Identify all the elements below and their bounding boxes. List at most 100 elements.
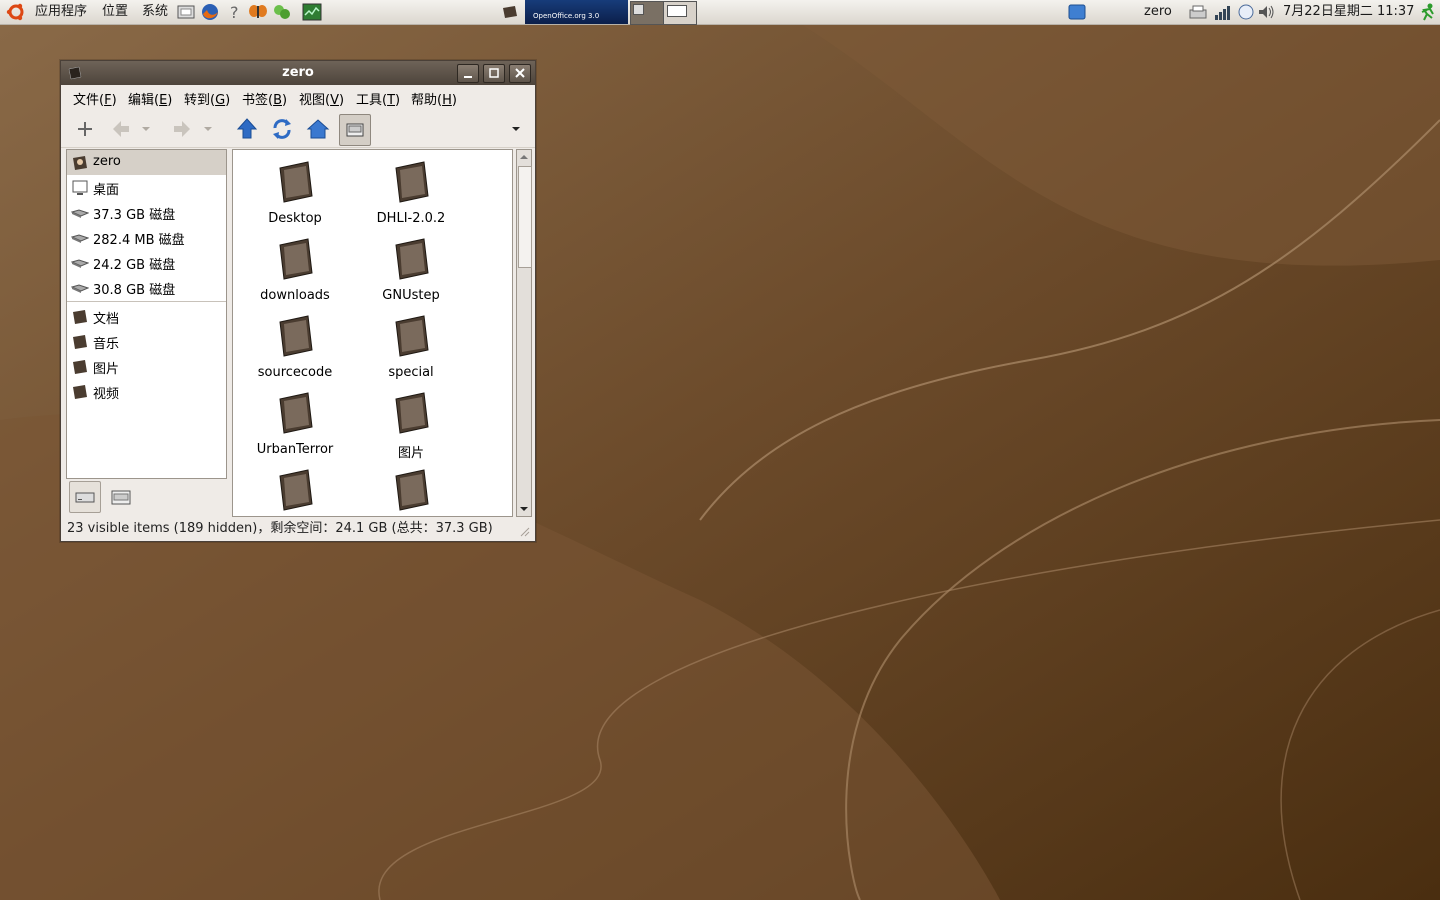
svg-text:?: ? — [230, 3, 239, 22]
folder-icon — [73, 310, 87, 324]
file-item-special[interactable]: special — [353, 308, 469, 385]
clock[interactable]: 7月22日星期二 11:37 — [1283, 0, 1414, 24]
folder-icon — [279, 469, 313, 511]
toolbar-overflow-icon[interactable] — [509, 115, 523, 143]
resize-grip-icon[interactable] — [518, 525, 530, 537]
menu-bar: 文件(F) 编辑(E) 转到(G) 书签(B) 视图(V) 工具(T) 帮助(H… — [61, 85, 535, 109]
screenshot-launcher-icon[interactable] — [176, 2, 196, 22]
folder-icon — [279, 238, 313, 280]
folder-icon — [73, 385, 87, 399]
menu-go[interactable]: 转到(G) — [184, 89, 230, 108]
workspace-1[interactable] — [630, 1, 664, 25]
computer-button[interactable] — [339, 114, 371, 146]
openoffice-taskbar-button[interactable]: OpenOffice.org 3.0 — [525, 0, 628, 24]
update-notifier-icon[interactable] — [1236, 2, 1256, 22]
scroll-down-icon[interactable] — [519, 505, 529, 513]
desktop-icon — [72, 180, 88, 195]
file-item-dhli[interactable]: DHLI-2.0.2 — [353, 154, 469, 231]
forward-history-dropdown-icon[interactable] — [201, 115, 215, 143]
harddisk-icon — [71, 259, 89, 268]
home-icon[interactable] — [304, 115, 332, 143]
sidebar-item-disk-3[interactable]: 24.2 GB 磁盘 — [67, 250, 226, 275]
folder-icon — [395, 469, 429, 511]
scrollbar-thumb[interactable] — [518, 166, 532, 268]
folder-tree-icon — [111, 490, 131, 505]
folder-icon — [73, 360, 87, 374]
folder-window-icon[interactable] — [500, 2, 520, 22]
status-bar: 23 visible items (189 hidden)，剩余空间：24.1 … — [67, 521, 493, 536]
back-history-dropdown-icon[interactable] — [139, 115, 153, 143]
folder-icon — [395, 161, 429, 203]
menu-tools[interactable]: 工具(T) — [356, 89, 400, 108]
vertical-scrollbar[interactable] — [516, 149, 532, 517]
file-item-gnustep[interactable]: GNUstep — [353, 231, 469, 308]
places-view-button[interactable] — [69, 481, 101, 513]
home-folder-icon — [73, 156, 87, 170]
printer-icon[interactable] — [1188, 2, 1208, 22]
minimize-button[interactable] — [457, 64, 479, 83]
drive-icon — [75, 492, 95, 503]
places-menu[interactable]: 位置 — [102, 0, 128, 24]
sidebar-item-music[interactable]: 音乐 — [67, 329, 226, 354]
sidebar-item-desktop[interactable]: 桌面 — [67, 175, 226, 200]
workspace-2[interactable] — [663, 1, 697, 25]
applications-menu[interactable]: 应用程序 — [35, 0, 87, 24]
maximize-button[interactable] — [483, 64, 505, 83]
tree-view-button[interactable] — [105, 481, 137, 513]
folder-view-icon — [346, 123, 364, 137]
file-item-urbanterror[interactable]: UrbanTerror — [237, 385, 353, 462]
maximize-icon — [489, 68, 499, 78]
sidebar-item-pictures[interactable]: 图片 — [67, 354, 226, 379]
file-item-sourcecode[interactable]: sourcecode — [237, 308, 353, 385]
sidebar-item-documents[interactable]: 文档 — [67, 304, 226, 329]
network-signal-icon[interactable] — [1212, 2, 1232, 22]
menu-file[interactable]: 文件(F) — [73, 89, 117, 108]
quit-icon[interactable] — [1418, 2, 1438, 22]
menu-view[interactable]: 视图(V) — [299, 89, 344, 108]
reload-icon[interactable] — [268, 115, 296, 143]
file-view: Desktop DHLI-2.0.2 downloads GNUstep sou… — [232, 149, 513, 517]
harddisk-icon — [71, 209, 89, 218]
file-item-downloads[interactable]: downloads — [237, 231, 353, 308]
firefox-icon[interactable] — [200, 2, 220, 22]
sidebar-item-home[interactable]: zero — [67, 150, 226, 175]
file-item-desktop[interactable]: Desktop — [237, 154, 353, 231]
sidebar-item-disk-2[interactable]: 282.4 MB 磁盘 — [67, 225, 226, 250]
system-monitor-icon[interactable] — [302, 2, 322, 22]
folder-icon — [279, 392, 313, 434]
menu-help[interactable]: 帮助(H) — [411, 89, 457, 108]
harddisk-icon — [71, 234, 89, 243]
sidebar-separator — [67, 301, 226, 302]
sidebar-item-disk-4[interactable]: 30.8 GB 磁盘 — [67, 275, 226, 300]
close-button[interactable] — [509, 64, 531, 83]
up-icon[interactable] — [233, 115, 261, 143]
forward-icon[interactable] — [168, 115, 196, 143]
back-icon[interactable] — [107, 115, 135, 143]
scroll-up-icon[interactable] — [519, 153, 529, 161]
top-panel: 应用程序 位置 系统 ? OpenOffice.org 3.0 zero 7月2… — [0, 0, 1440, 25]
help-icon[interactable]: ? — [224, 2, 244, 22]
volume-icon[interactable] — [1256, 2, 1276, 22]
notes-icon[interactable] — [1067, 2, 1087, 22]
pidgin-icon[interactable] — [272, 2, 292, 22]
menu-bookmarks[interactable]: 书签(B) — [242, 89, 287, 108]
minimize-icon — [464, 76, 472, 78]
file-item-pictures[interactable]: 图片 — [353, 385, 469, 462]
window-titlebar[interactable]: zero — [61, 61, 535, 85]
harddisk-icon — [71, 284, 89, 293]
folder-icon — [395, 315, 429, 357]
folder-icon — [395, 238, 429, 280]
system-menu[interactable]: 系统 — [142, 0, 168, 24]
butterfly-launcher-icon[interactable] — [248, 2, 268, 22]
sidebar-item-disk-1[interactable]: 37.3 GB 磁盘 — [67, 200, 226, 225]
folder-icon — [73, 335, 87, 349]
user-name[interactable]: zero — [1144, 0, 1172, 24]
ubuntu-logo-icon[interactable] — [6, 2, 26, 22]
toolbar — [61, 109, 535, 148]
new-tab-icon[interactable] — [71, 115, 99, 143]
side-pane: zero 桌面 37.3 GB 磁盘 282.4 MB 磁盘 24.2 GB 磁… — [66, 149, 227, 479]
folder-icon — [279, 315, 313, 357]
sidebar-item-videos[interactable]: 视频 — [67, 379, 226, 404]
menu-edit[interactable]: 编辑(E) — [128, 89, 172, 108]
file-manager-window: zero 文件(F) 编辑(E) 转到(G) 书签(B) 视图(V) 工具(T)… — [60, 60, 536, 542]
